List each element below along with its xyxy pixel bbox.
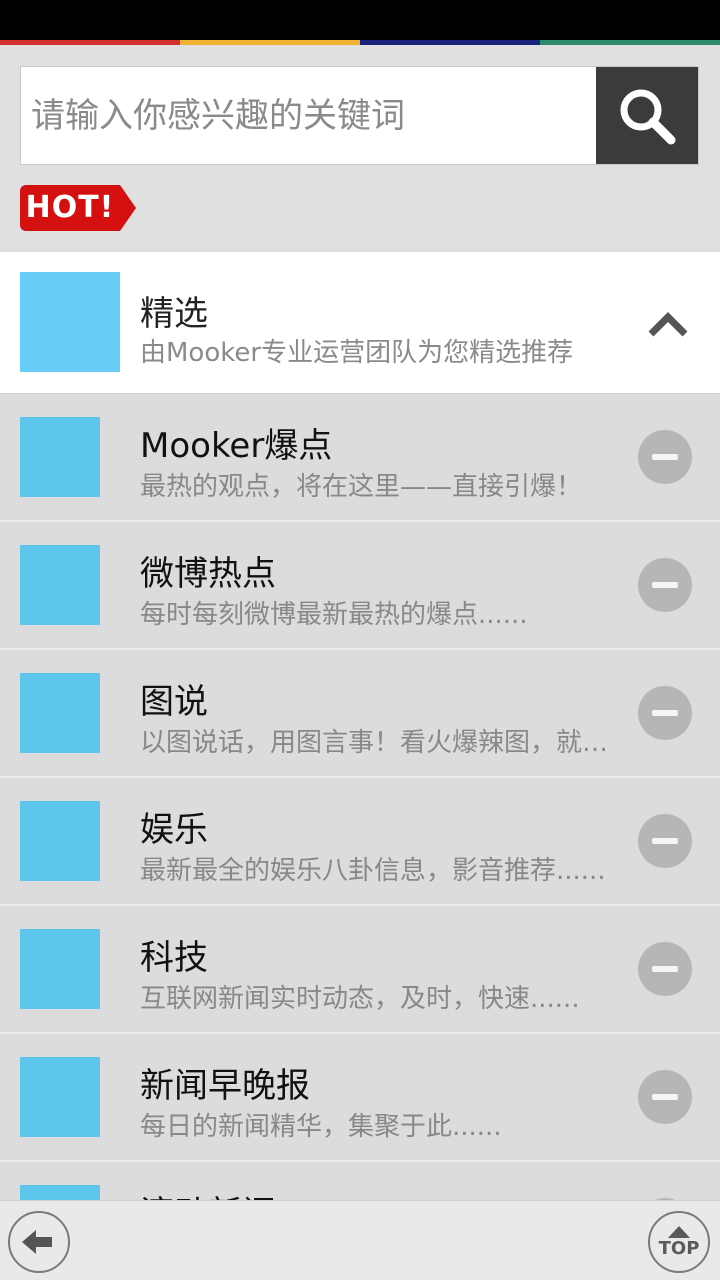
- channel-title: Mooker爆点: [140, 426, 333, 466]
- channel-subtitle: 最热的观点，将在这里——直接引爆！: [140, 472, 583, 502]
- channel-thumbnail: [20, 545, 100, 625]
- scroll-top-label: TOP: [658, 1238, 700, 1259]
- search-icon: [620, 89, 676, 144]
- channel-title: 微博热点: [140, 554, 276, 594]
- channel-thumbnail: [20, 1185, 100, 1200]
- bottom-toolbar: TOP: [0, 1200, 720, 1280]
- remove-icon[interactable]: [638, 558, 692, 612]
- channel-subtitle: 最新最全的娱乐八卦信息，影音推荐......: [140, 856, 606, 886]
- search-input[interactable]: [21, 67, 596, 164]
- featured-title: 精选: [140, 294, 208, 334]
- hot-badge[interactable]: HOT!: [20, 185, 136, 231]
- channel-item[interactable]: Mooker爆点 最热的观点，将在这里——直接引爆！: [0, 394, 720, 522]
- channel-title: 科技: [140, 938, 208, 978]
- search-button[interactable]: [596, 67, 698, 164]
- arrow-left-icon: [22, 1230, 52, 1254]
- channel-item[interactable]: 科技 互联网新闻实时动态，及时，快速......: [0, 906, 720, 1034]
- hot-badge-arrow: [120, 185, 136, 231]
- channel-subtitle: 互联网新闻实时动态，及时，快速......: [140, 984, 580, 1014]
- search-area: HOT!: [0, 45, 720, 252]
- featured-channel[interactable]: 精选 由Mooker专业运营团队为您精选推荐: [0, 252, 720, 394]
- channel-title: 新闻早晚报: [140, 1066, 310, 1106]
- remove-icon[interactable]: [638, 814, 692, 868]
- remove-icon[interactable]: [638, 430, 692, 484]
- scroll-top-button[interactable]: TOP: [648, 1211, 710, 1273]
- channel-title: 滚动新闻: [140, 1186, 276, 1200]
- channel-title: 娱乐: [140, 810, 208, 850]
- channel-thumbnail: [20, 801, 100, 881]
- featured-subtitle: 由Mooker专业运营团队为您精选推荐: [140, 338, 574, 368]
- channel-thumbnail: [20, 1057, 100, 1137]
- channel-title: 图说: [140, 682, 208, 722]
- channel-thumbnail: [20, 417, 100, 497]
- channel-item[interactable]: 微博热点 每时每刻微博最新最热的爆点......: [0, 522, 720, 650]
- channel-item[interactable]: 娱乐 最新最全的娱乐八卦信息，影音推荐......: [0, 778, 720, 906]
- search-box: [20, 66, 699, 165]
- channel-subtitle: 每日的新闻精华，集聚于此......: [140, 1112, 502, 1142]
- featured-thumbnail: [20, 272, 120, 372]
- channel-list[interactable]: 精选 由Mooker专业运营团队为您精选推荐 Mooker爆点 最热的观点，将在…: [0, 252, 720, 1200]
- channel-item[interactable]: 滚动新闻: [0, 1162, 720, 1200]
- hot-badge-label: HOT!: [20, 185, 120, 231]
- channel-item[interactable]: 图说 以图说话，用图言事！看火爆辣图，就在这里......: [0, 650, 720, 778]
- channel-thumbnail: [20, 929, 100, 1009]
- channel-thumbnail: [20, 673, 100, 753]
- channel-subtitle: 每时每刻微博最新最热的爆点......: [140, 600, 528, 630]
- channel-item[interactable]: 新闻早晚报 每日的新闻精华，集聚于此......: [0, 1034, 720, 1162]
- arrow-up-icon: [668, 1226, 690, 1238]
- remove-icon[interactable]: [638, 1070, 692, 1124]
- back-button[interactable]: [8, 1211, 70, 1273]
- chevron-up-icon[interactable]: [646, 302, 690, 346]
- channel-subtitle: 以图说话，用图言事！看火爆辣图，就在这里......: [140, 728, 610, 758]
- status-bar: [0, 0, 720, 40]
- remove-icon[interactable]: [638, 942, 692, 996]
- remove-icon[interactable]: [638, 686, 692, 740]
